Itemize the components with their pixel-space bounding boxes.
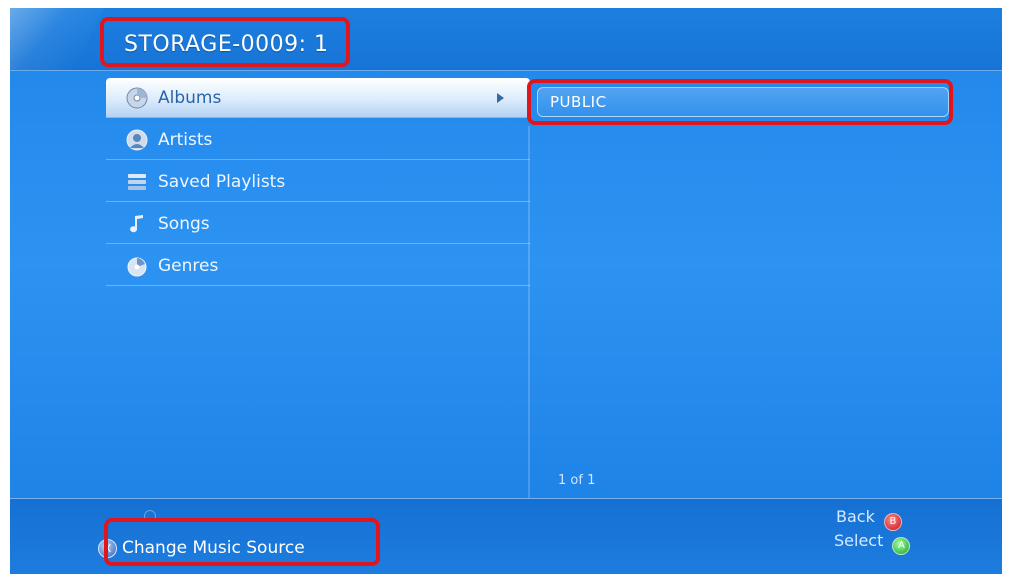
menu-item-label: Artists [158, 130, 213, 150]
highlight-title [100, 17, 350, 67]
menu-item-albums[interactable]: Albums [106, 78, 530, 118]
highlight-public [527, 79, 953, 125]
a-button-icon: A [892, 537, 911, 555]
select-label: Select [834, 531, 884, 550]
back-label: Back [836, 507, 875, 526]
category-menu: Albums Artists Saved Playlists Songs Gen… [106, 78, 530, 478]
menu-item-songs[interactable]: Songs [106, 204, 530, 244]
menu-item-label: Saved Playlists [158, 172, 286, 192]
panel-divider [528, 126, 530, 498]
disc-icon [126, 87, 148, 109]
menu-item-saved-playlists[interactable]: Saved Playlists [106, 162, 530, 202]
genre-icon [127, 257, 147, 277]
select-hint[interactable]: Select A [834, 531, 911, 555]
back-hint[interactable]: Back B [836, 507, 902, 531]
playlist-icon [128, 174, 146, 190]
menu-item-genres[interactable]: Genres [106, 246, 530, 286]
blade-sheen [10, 8, 105, 70]
dashboard-screen: STORAGE-0009: 1 Albums Artists Saved Pla… [10, 8, 1002, 574]
artist-icon [126, 129, 148, 151]
menu-item-label: Genres [158, 256, 219, 276]
page-counter: 1 of 1 [558, 473, 596, 488]
chevron-right-icon [497, 93, 504, 103]
highlight-change-source [104, 518, 380, 566]
menu-item-label: Songs [158, 214, 210, 234]
menu-item-label: Albums [158, 88, 222, 108]
b-button-icon: B [883, 513, 902, 531]
menu-item-artists[interactable]: Artists [106, 120, 530, 160]
music-note-icon [130, 215, 143, 233]
